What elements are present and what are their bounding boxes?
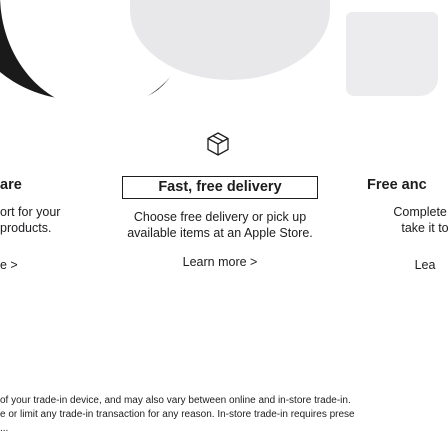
- feature-description-line: Complete y: [393, 205, 448, 219]
- delivery-box-icon: [202, 128, 234, 160]
- feature-trade-in-column: are ort for your products. e >: [0, 176, 140, 272]
- footnote-line: e or limit any trade-in transaction for …: [0, 409, 355, 420]
- feature-description: Complete y take it to: [330, 204, 448, 236]
- feature-description: Choose free delivery or pick up availabl…: [127, 210, 313, 240]
- feature-description-line: products.: [0, 221, 52, 235]
- feature-free-column: Free anc Complete y take it to Lea: [330, 176, 448, 272]
- feature-delivery-column: Fast, free delivery Choose free delivery…: [122, 176, 318, 271]
- hero-device-image: [346, 12, 438, 96]
- learn-more-link[interactable]: Lea: [330, 258, 448, 272]
- legal-footnote: of your trade-in device, and may also va…: [0, 394, 448, 436]
- feature-title: Free anc: [367, 177, 427, 193]
- footnote-line: of your trade-in device, and may also va…: [0, 395, 351, 406]
- feature-title: Fast, free delivery: [122, 176, 318, 199]
- learn-more-link[interactable]: Learn more >: [183, 255, 258, 269]
- feature-description: ort for your products.: [0, 204, 140, 236]
- hero-image: [0, 0, 448, 140]
- feature-title: are: [0, 177, 22, 193]
- feature-description-line: ort for your: [0, 205, 61, 219]
- learn-more-link[interactable]: e >: [0, 258, 140, 272]
- footnote-line: ...: [0, 423, 9, 434]
- feature-description-line: take it to: [401, 221, 448, 235]
